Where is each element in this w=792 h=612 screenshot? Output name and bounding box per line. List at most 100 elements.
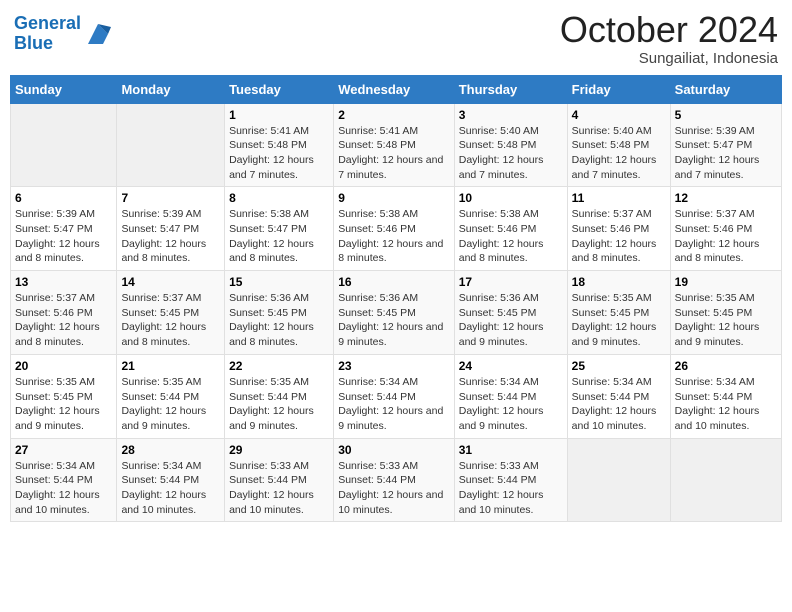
- calendar-cell: 4 Sunrise: 5:40 AMSunset: 5:48 PMDayligh…: [567, 103, 670, 187]
- calendar-cell: 9 Sunrise: 5:38 AMSunset: 5:46 PMDayligh…: [334, 187, 455, 271]
- day-number: 5: [675, 108, 777, 122]
- cell-info: Sunrise: 5:37 AMSunset: 5:46 PMDaylight:…: [675, 207, 777, 266]
- calendar-cell: 10 Sunrise: 5:38 AMSunset: 5:46 PMDaylig…: [454, 187, 567, 271]
- day-number: 13: [15, 275, 112, 289]
- calendar-cell: 16 Sunrise: 5:36 AMSunset: 5:45 PMDaylig…: [334, 271, 455, 355]
- col-monday: Monday: [117, 75, 225, 103]
- calendar-cell: 29 Sunrise: 5:33 AMSunset: 5:44 PMDaylig…: [225, 438, 334, 522]
- week-row-2: 6 Sunrise: 5:39 AMSunset: 5:47 PMDayligh…: [11, 187, 782, 271]
- calendar-cell: 18 Sunrise: 5:35 AMSunset: 5:45 PMDaylig…: [567, 271, 670, 355]
- cell-info: Sunrise: 5:39 AMSunset: 5:47 PMDaylight:…: [121, 207, 220, 266]
- cell-info: Sunrise: 5:41 AMSunset: 5:48 PMDaylight:…: [229, 124, 329, 183]
- day-number: 23: [338, 359, 450, 373]
- calendar-cell: 5 Sunrise: 5:39 AMSunset: 5:47 PMDayligh…: [670, 103, 781, 187]
- week-row-4: 20 Sunrise: 5:35 AMSunset: 5:45 PMDaylig…: [11, 354, 782, 438]
- calendar-cell: 13 Sunrise: 5:37 AMSunset: 5:46 PMDaylig…: [11, 271, 117, 355]
- col-sunday: Sunday: [11, 75, 117, 103]
- day-number: 15: [229, 275, 329, 289]
- logo-icon: [83, 19, 113, 49]
- calendar-cell: 22 Sunrise: 5:35 AMSunset: 5:44 PMDaylig…: [225, 354, 334, 438]
- calendar-cell: 21 Sunrise: 5:35 AMSunset: 5:44 PMDaylig…: [117, 354, 225, 438]
- cell-info: Sunrise: 5:35 AMSunset: 5:45 PMDaylight:…: [15, 375, 112, 434]
- cell-info: Sunrise: 5:38 AMSunset: 5:47 PMDaylight:…: [229, 207, 329, 266]
- calendar-cell: 7 Sunrise: 5:39 AMSunset: 5:47 PMDayligh…: [117, 187, 225, 271]
- calendar-cell: 19 Sunrise: 5:35 AMSunset: 5:45 PMDaylig…: [670, 271, 781, 355]
- cell-info: Sunrise: 5:34 AMSunset: 5:44 PMDaylight:…: [15, 459, 112, 518]
- day-number: 7: [121, 191, 220, 205]
- col-wednesday: Wednesday: [334, 75, 455, 103]
- calendar-cell: 6 Sunrise: 5:39 AMSunset: 5:47 PMDayligh…: [11, 187, 117, 271]
- day-number: 6: [15, 191, 112, 205]
- cell-info: Sunrise: 5:34 AMSunset: 5:44 PMDaylight:…: [572, 375, 666, 434]
- calendar-cell: 2 Sunrise: 5:41 AMSunset: 5:48 PMDayligh…: [334, 103, 455, 187]
- calendar-cell: [117, 103, 225, 187]
- day-number: 30: [338, 443, 450, 457]
- calendar-cell: 30 Sunrise: 5:33 AMSunset: 5:44 PMDaylig…: [334, 438, 455, 522]
- cell-info: Sunrise: 5:36 AMSunset: 5:45 PMDaylight:…: [229, 291, 329, 350]
- col-friday: Friday: [567, 75, 670, 103]
- cell-info: Sunrise: 5:35 AMSunset: 5:44 PMDaylight:…: [229, 375, 329, 434]
- day-number: 22: [229, 359, 329, 373]
- calendar-cell: [11, 103, 117, 187]
- calendar-cell: 12 Sunrise: 5:37 AMSunset: 5:46 PMDaylig…: [670, 187, 781, 271]
- week-row-3: 13 Sunrise: 5:37 AMSunset: 5:46 PMDaylig…: [11, 271, 782, 355]
- cell-info: Sunrise: 5:35 AMSunset: 5:44 PMDaylight:…: [121, 375, 220, 434]
- day-number: 26: [675, 359, 777, 373]
- cell-info: Sunrise: 5:33 AMSunset: 5:44 PMDaylight:…: [229, 459, 329, 518]
- day-number: 31: [459, 443, 563, 457]
- calendar-cell: [567, 438, 670, 522]
- cell-info: Sunrise: 5:34 AMSunset: 5:44 PMDaylight:…: [338, 375, 450, 434]
- cell-info: Sunrise: 5:34 AMSunset: 5:44 PMDaylight:…: [675, 375, 777, 434]
- calendar-cell: 14 Sunrise: 5:37 AMSunset: 5:45 PMDaylig…: [117, 271, 225, 355]
- page-header: General Blue October 2024 Sungailiat, In…: [10, 10, 782, 67]
- day-number: 17: [459, 275, 563, 289]
- cell-info: Sunrise: 5:37 AMSunset: 5:46 PMDaylight:…: [15, 291, 112, 350]
- day-number: 10: [459, 191, 563, 205]
- cell-info: Sunrise: 5:37 AMSunset: 5:46 PMDaylight:…: [572, 207, 666, 266]
- col-thursday: Thursday: [454, 75, 567, 103]
- calendar-header: Sunday Monday Tuesday Wednesday Thursday…: [11, 75, 782, 103]
- col-tuesday: Tuesday: [225, 75, 334, 103]
- day-number: 8: [229, 191, 329, 205]
- cell-info: Sunrise: 5:33 AMSunset: 5:44 PMDaylight:…: [338, 459, 450, 518]
- day-number: 1: [229, 108, 329, 122]
- calendar-cell: 20 Sunrise: 5:35 AMSunset: 5:45 PMDaylig…: [11, 354, 117, 438]
- cell-info: Sunrise: 5:33 AMSunset: 5:44 PMDaylight:…: [459, 459, 563, 518]
- cell-info: Sunrise: 5:34 AMSunset: 5:44 PMDaylight:…: [459, 375, 563, 434]
- calendar-cell: 24 Sunrise: 5:34 AMSunset: 5:44 PMDaylig…: [454, 354, 567, 438]
- cell-info: Sunrise: 5:40 AMSunset: 5:48 PMDaylight:…: [572, 124, 666, 183]
- cell-info: Sunrise: 5:34 AMSunset: 5:44 PMDaylight:…: [121, 459, 220, 518]
- calendar-cell: 11 Sunrise: 5:37 AMSunset: 5:46 PMDaylig…: [567, 187, 670, 271]
- day-number: 11: [572, 191, 666, 205]
- day-number: 12: [675, 191, 777, 205]
- day-number: 27: [15, 443, 112, 457]
- calendar-cell: 27 Sunrise: 5:34 AMSunset: 5:44 PMDaylig…: [11, 438, 117, 522]
- cell-info: Sunrise: 5:36 AMSunset: 5:45 PMDaylight:…: [338, 291, 450, 350]
- calendar-cell: 28 Sunrise: 5:34 AMSunset: 5:44 PMDaylig…: [117, 438, 225, 522]
- cell-info: Sunrise: 5:40 AMSunset: 5:48 PMDaylight:…: [459, 124, 563, 183]
- month-title: October 2024: [560, 10, 778, 50]
- title-block: October 2024 Sungailiat, Indonesia: [560, 10, 778, 67]
- header-row: Sunday Monday Tuesday Wednesday Thursday…: [11, 75, 782, 103]
- calendar-cell: 25 Sunrise: 5:34 AMSunset: 5:44 PMDaylig…: [567, 354, 670, 438]
- calendar-cell: 15 Sunrise: 5:36 AMSunset: 5:45 PMDaylig…: [225, 271, 334, 355]
- calendar-cell: 1 Sunrise: 5:41 AMSunset: 5:48 PMDayligh…: [225, 103, 334, 187]
- calendar-cell: 23 Sunrise: 5:34 AMSunset: 5:44 PMDaylig…: [334, 354, 455, 438]
- calendar-cell: 31 Sunrise: 5:33 AMSunset: 5:44 PMDaylig…: [454, 438, 567, 522]
- cell-info: Sunrise: 5:37 AMSunset: 5:45 PMDaylight:…: [121, 291, 220, 350]
- day-number: 25: [572, 359, 666, 373]
- day-number: 4: [572, 108, 666, 122]
- logo-text: General Blue: [14, 14, 81, 54]
- day-number: 3: [459, 108, 563, 122]
- week-row-5: 27 Sunrise: 5:34 AMSunset: 5:44 PMDaylig…: [11, 438, 782, 522]
- day-number: 16: [338, 275, 450, 289]
- calendar-cell: 3 Sunrise: 5:40 AMSunset: 5:48 PMDayligh…: [454, 103, 567, 187]
- day-number: 28: [121, 443, 220, 457]
- day-number: 29: [229, 443, 329, 457]
- week-row-1: 1 Sunrise: 5:41 AMSunset: 5:48 PMDayligh…: [11, 103, 782, 187]
- day-number: 9: [338, 191, 450, 205]
- cell-info: Sunrise: 5:39 AMSunset: 5:47 PMDaylight:…: [675, 124, 777, 183]
- col-saturday: Saturday: [670, 75, 781, 103]
- calendar-cell: 17 Sunrise: 5:36 AMSunset: 5:45 PMDaylig…: [454, 271, 567, 355]
- calendar-cell: [670, 438, 781, 522]
